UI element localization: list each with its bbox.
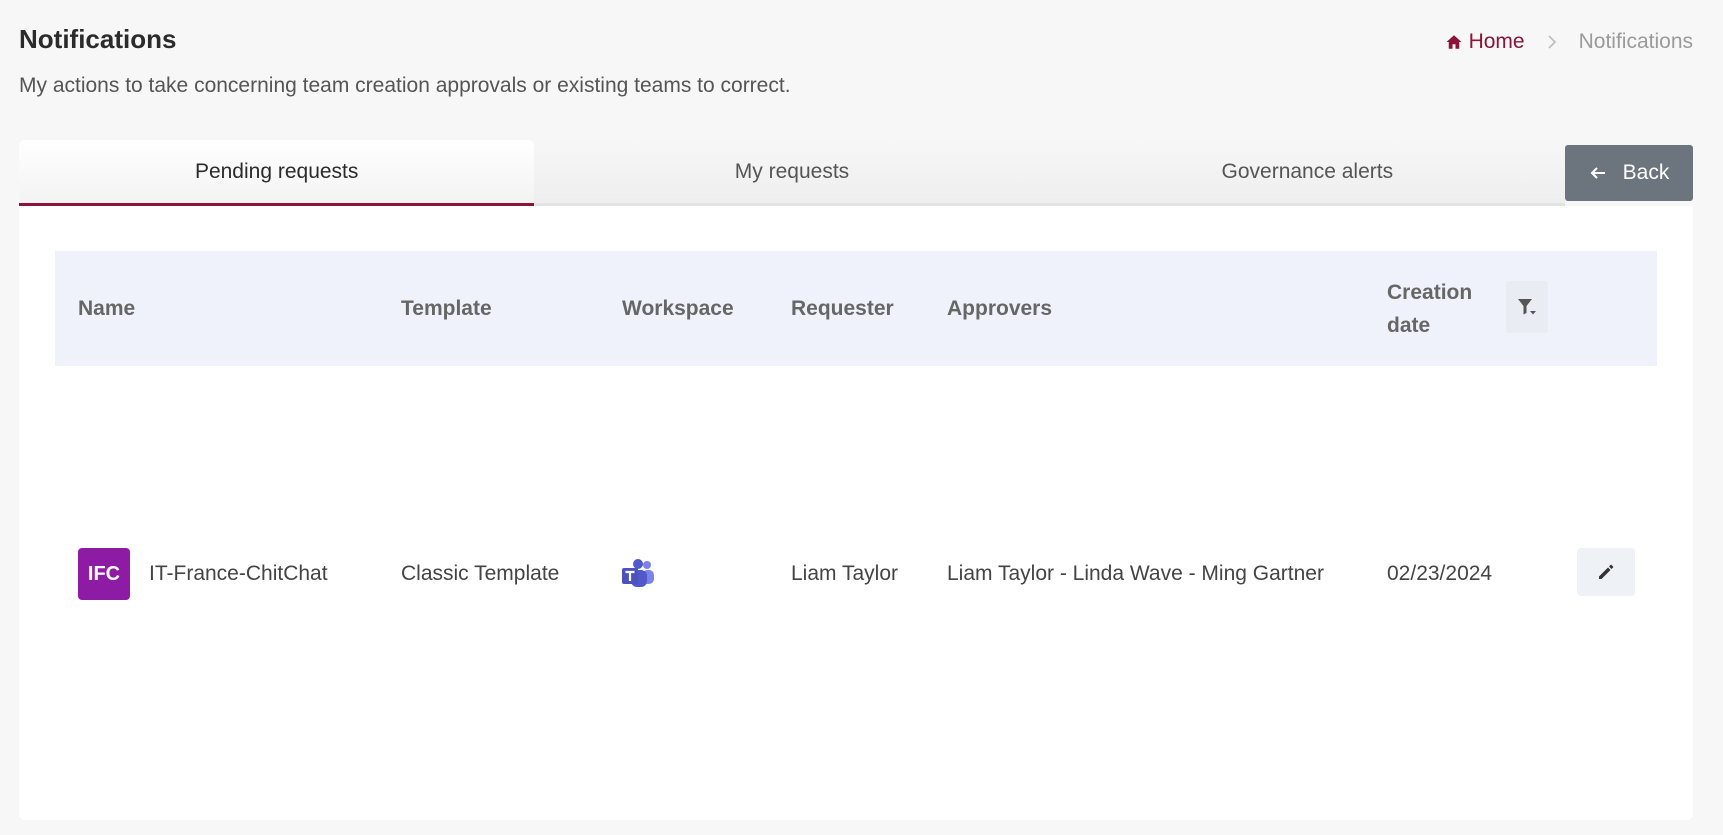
column-header-approvers: Approvers <box>947 296 1053 320</box>
column-header-template: Template <box>401 296 492 320</box>
tab-governance-alerts[interactable]: Governance alerts <box>1049 140 1565 203</box>
filter-icon <box>1518 299 1536 315</box>
notifications-page: Notifications My actions to take concern… <box>0 0 1723 835</box>
tab-my-requests[interactable]: My requests <box>534 140 1050 203</box>
breadcrumb-home-link[interactable]: Home <box>1445 30 1525 54</box>
breadcrumb-current: Notifications <box>1578 30 1693 53</box>
table-row[interactable]: IFC IT-France-ChitChat Classic Template … <box>55 546 1657 602</box>
back-button-label: Back <box>1622 161 1670 184</box>
home-icon <box>1446 35 1462 49</box>
back-button[interactable]: Back <box>1565 145 1693 201</box>
pencil-icon <box>1599 564 1614 579</box>
cell-requester: Liam Taylor <box>791 562 898 585</box>
cell-creation-date: 02/23/2024 <box>1387 562 1493 585</box>
cell-approvers: Liam Taylor - Linda Wave - Ming Gartner <box>947 562 1324 585</box>
filter-button[interactable] <box>1506 281 1548 333</box>
column-header-workspace: Workspace <box>622 296 734 320</box>
team-name: IT-France-ChitChat <box>149 562 328 585</box>
arrow-left-icon <box>1590 167 1605 179</box>
page-subtitle: My actions to take concerning team creat… <box>19 74 791 97</box>
pending-requests-panel: Name Template Workspace Requester Approv… <box>19 206 1693 820</box>
cell-name: IFC IT-France-ChitChat <box>78 546 328 602</box>
column-header-creation-date: Creation date <box>1387 280 1473 337</box>
chevron-right-icon <box>1548 35 1556 49</box>
breadcrumb-home-label: Home <box>1468 30 1525 53</box>
tab-pending-requests[interactable]: Pending requests <box>19 140 535 206</box>
edit-button[interactable] <box>1577 548 1635 596</box>
tab-bar: Pending requests My requests Governance … <box>19 140 1565 206</box>
page-title: Notifications <box>19 24 177 54</box>
table-header: Name Template Workspace Requester Approv… <box>55 251 1657 366</box>
breadcrumb: Home Notifications <box>1445 30 1693 54</box>
column-header-requester: Requester <box>791 296 894 320</box>
cell-workspace <box>621 546 655 602</box>
team-avatar: IFC <box>78 548 130 600</box>
microsoft-teams-icon <box>622 559 654 587</box>
column-header-name: Name <box>78 296 136 320</box>
cell-template: Classic Template <box>401 562 560 585</box>
